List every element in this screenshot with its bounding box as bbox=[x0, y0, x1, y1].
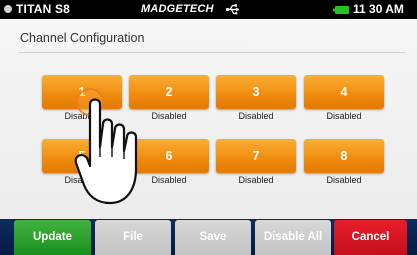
clock: 11 30 AM bbox=[353, 2, 404, 16]
device-name: TITAN S8 bbox=[16, 2, 71, 16]
disable-all-button[interactable]: Disable All bbox=[255, 220, 331, 255]
channel-3-button[interactable]: 3 bbox=[216, 75, 296, 109]
channel-7-status: Disabled bbox=[238, 175, 274, 185]
channel-8-status: Disabled bbox=[326, 175, 362, 185]
channel-4-status: Disabled bbox=[326, 111, 362, 121]
file-button[interactable]: File bbox=[95, 220, 171, 255]
channel-8-button[interactable]: 8 bbox=[304, 139, 384, 173]
title-divider bbox=[18, 52, 406, 53]
channel-7-button[interactable]: 7 bbox=[216, 139, 296, 173]
status-indicator-icon bbox=[4, 5, 12, 13]
brand-logo: MADGETECH bbox=[141, 3, 214, 15]
pointing-hand-icon bbox=[74, 98, 138, 205]
usb-icon bbox=[225, 4, 239, 15]
cancel-button[interactable]: Cancel bbox=[334, 220, 407, 255]
channel-configuration-panel: Channel Configuration 1 Disabled 2 Disab… bbox=[0, 19, 417, 219]
status-bar: TITAN S8 MADGETECH 11 30 AM bbox=[0, 0, 417, 19]
battery-icon bbox=[333, 6, 349, 14]
update-button[interactable]: Update bbox=[14, 220, 91, 255]
channel-3-status: Disabled bbox=[238, 111, 274, 121]
save-button[interactable]: Save bbox=[175, 220, 251, 255]
page-title: Channel Configuration bbox=[20, 31, 145, 45]
channel-4-button[interactable]: 4 bbox=[304, 75, 384, 109]
